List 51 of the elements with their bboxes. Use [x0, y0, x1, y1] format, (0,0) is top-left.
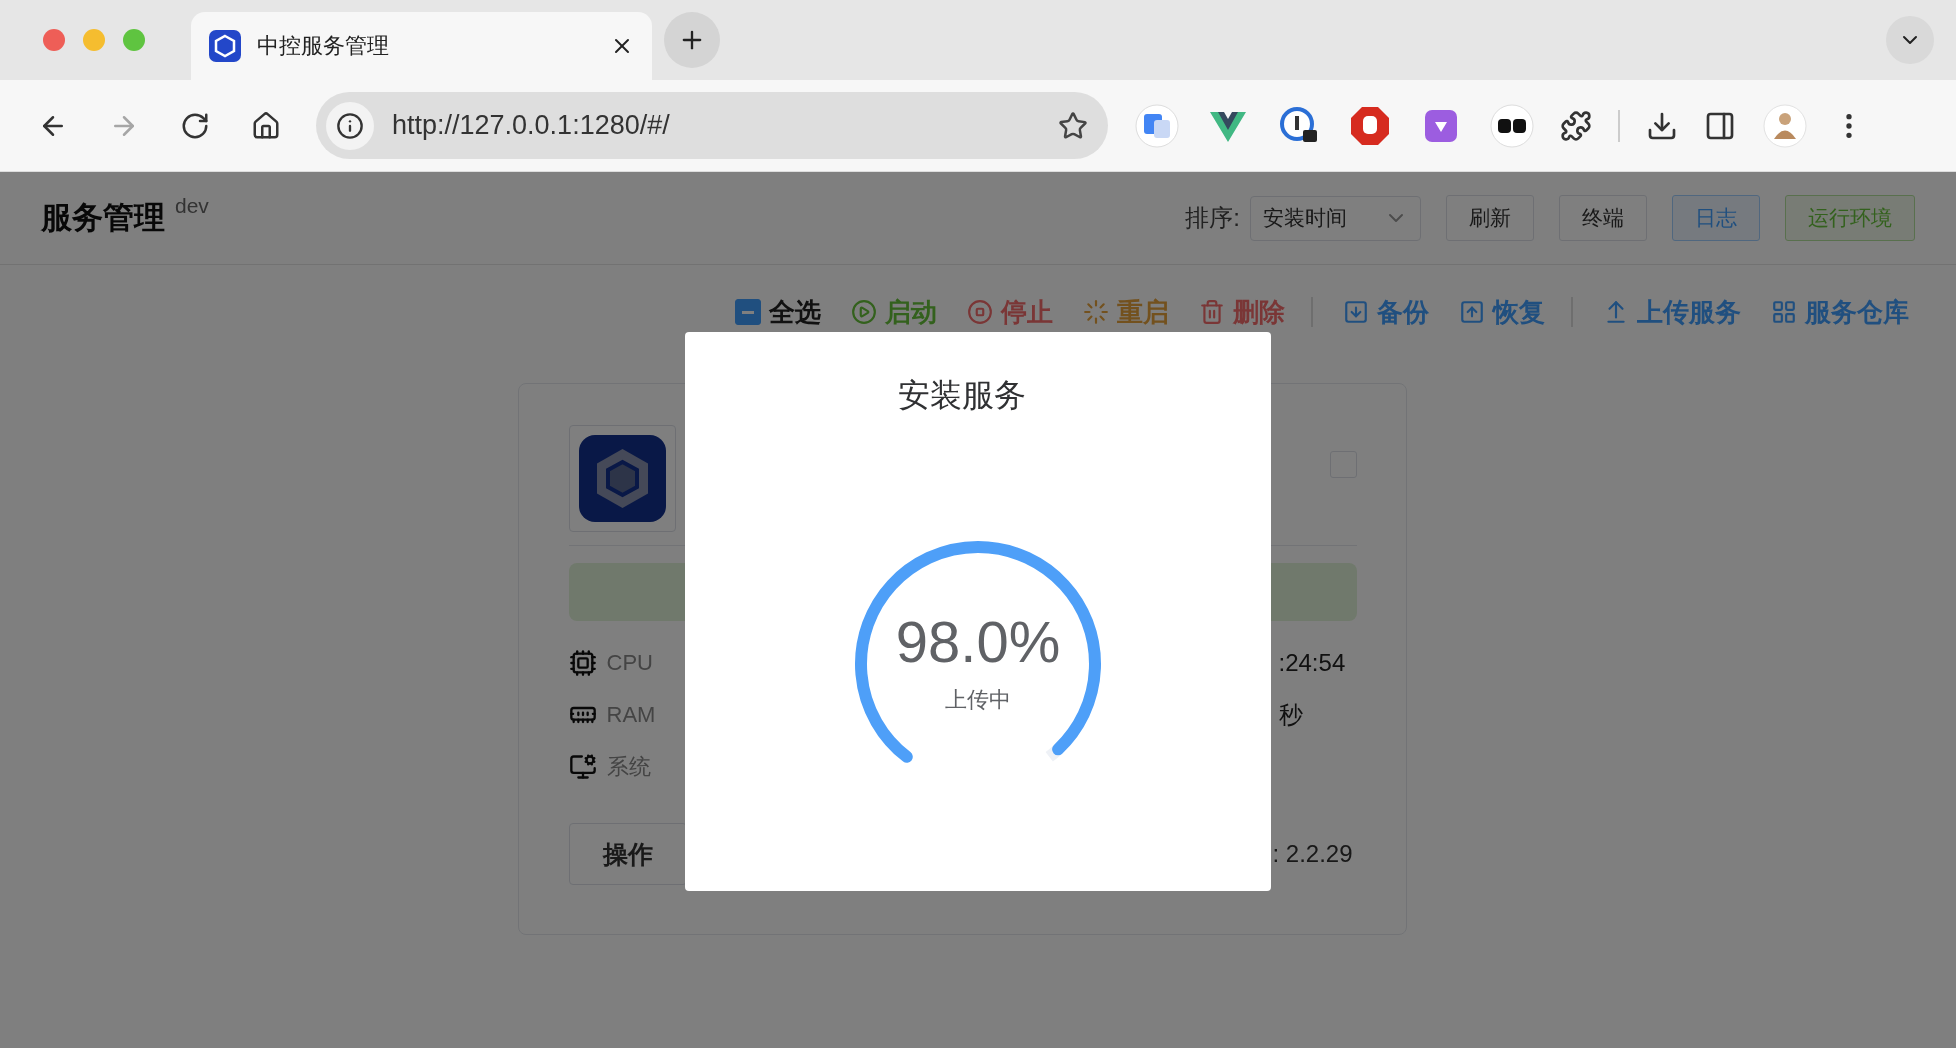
header-button[interactable]: 刷新 [1446, 195, 1534, 241]
header-button[interactable]: 日志 [1672, 195, 1760, 241]
chip-icon [568, 649, 597, 677]
select-all-checkbox[interactable]: 全选 [735, 294, 821, 330]
close-window-button[interactable] [43, 29, 65, 51]
spinner-icon [1083, 299, 1109, 325]
grid-icon [1771, 299, 1797, 325]
action-button[interactable]: 启动 [851, 294, 937, 330]
avatar-icon[interactable] [1763, 103, 1807, 148]
action-button[interactable]: 服务仓库 [1771, 294, 1909, 330]
action-button[interactable]: 上传服务 [1603, 294, 1741, 330]
app-logo-icon [578, 435, 666, 522]
new-tab-button[interactable] [664, 12, 720, 68]
version-text: : 2.2.29 [1272, 840, 1354, 868]
info-label: CPU [606, 650, 653, 676]
action-button[interactable]: 停止 [967, 294, 1053, 330]
monitor-icon [568, 753, 597, 781]
action-button[interactable]: 恢复 [1459, 294, 1545, 330]
download-icon [1343, 299, 1369, 325]
browser-tab[interactable]: 中控服务管理 [191, 12, 652, 80]
page-title: 服务管理 [41, 199, 165, 237]
action-button[interactable]: 备份 [1343, 294, 1429, 330]
eyes-extension-icon[interactable] [1490, 103, 1534, 148]
progress-percent: 98.0% [895, 613, 1061, 671]
action-button[interactable]: 删除 [1199, 294, 1285, 330]
bookmark-star-icon[interactable] [1058, 110, 1088, 141]
stop-icon [967, 299, 993, 325]
progress-remainder [1045, 744, 1063, 762]
home-icon [251, 110, 281, 141]
address-bar[interactable]: http://127.0.0.1:1280/#/ [316, 92, 1108, 159]
play-icon [851, 299, 877, 325]
dialog-title: 安装服务 [898, 376, 1026, 415]
progress-status: 上传中 [945, 686, 1011, 714]
info-icon[interactable] [326, 101, 374, 150]
translate-extension-icon[interactable] [1135, 103, 1179, 148]
environment-label: dev [175, 194, 209, 218]
info-value: :24:54 [1278, 649, 1346, 677]
header-button[interactable]: 运行环境 [1785, 195, 1915, 241]
info-label: RAM [606, 702, 656, 728]
url-text: http://127.0.0.1:1280/#/ [392, 110, 671, 141]
sort-select[interactable]: 安装时间 [1250, 195, 1421, 241]
extensions-icon[interactable] [1560, 109, 1592, 142]
upload-icon [1459, 299, 1485, 325]
action-button[interactable]: 重启 [1083, 294, 1169, 330]
operate-button[interactable]: 操作 [568, 823, 687, 885]
info-value: 秒 [1278, 700, 1304, 730]
info-label: 系统 [606, 753, 651, 781]
site-favicon-icon [209, 30, 241, 62]
header-button[interactable]: 终端 [1559, 195, 1647, 241]
trash-icon [1199, 299, 1225, 325]
sort-label: 排序: [1185, 203, 1240, 233]
